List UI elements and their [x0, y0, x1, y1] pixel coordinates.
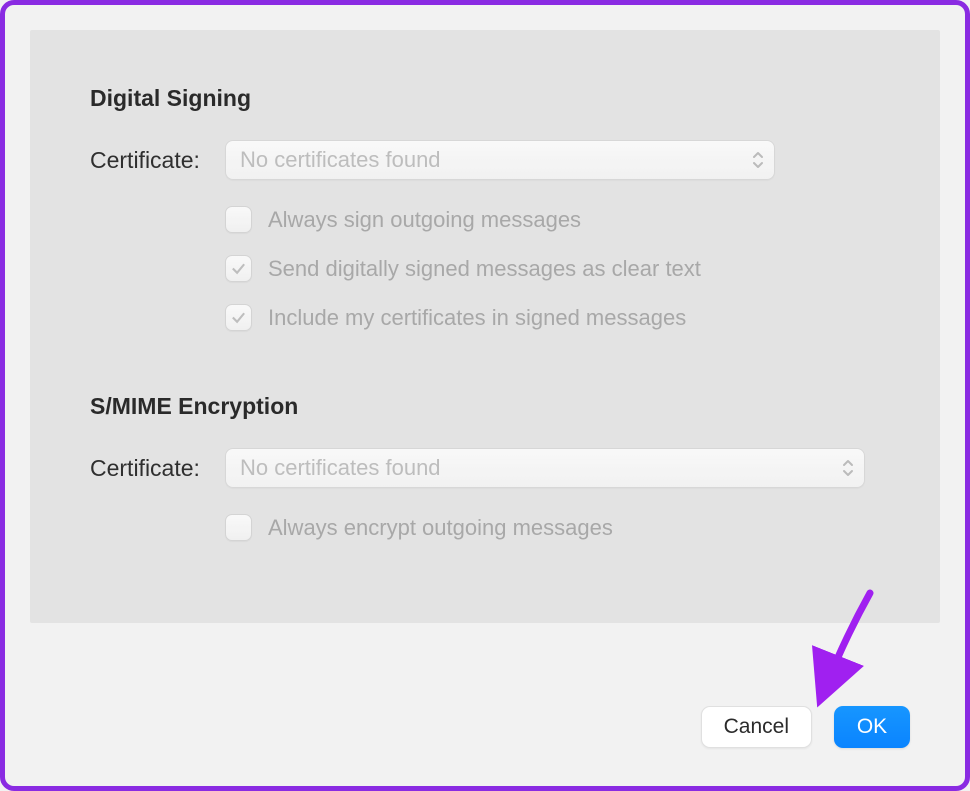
- encryption-certificate-row: Certificate: No certificates found: [90, 448, 900, 488]
- signing-certificate-label: Certificate:: [90, 147, 225, 174]
- encryption-certificate-label: Certificate:: [90, 455, 225, 482]
- include-certs-label: Include my certificates in signed messag…: [268, 305, 686, 331]
- clear-text-label: Send digitally signed messages as clear …: [268, 256, 701, 282]
- checkbox-row: Always encrypt outgoing messages: [90, 514, 900, 541]
- cancel-button[interactable]: Cancel: [701, 706, 812, 748]
- signing-certificate-dropdown[interactable]: No certificates found: [225, 140, 775, 180]
- encryption-certificate-dropdown[interactable]: No certificates found: [225, 448, 865, 488]
- always-encrypt-checkbox[interactable]: [225, 514, 252, 541]
- always-sign-checkbox[interactable]: [225, 206, 252, 233]
- checkmark-icon: [230, 309, 247, 326]
- updown-icon: [752, 151, 764, 169]
- smime-encryption-heading: S/MIME Encryption: [90, 393, 900, 420]
- checkbox-row: Include my certificates in signed messag…: [90, 304, 900, 331]
- include-certs-checkbox[interactable]: [225, 304, 252, 331]
- checkmark-icon: [230, 260, 247, 277]
- clear-text-checkbox[interactable]: [225, 255, 252, 282]
- signing-certificate-row: Certificate: No certificates found: [90, 140, 900, 180]
- signing-certificate-value: No certificates found: [240, 147, 760, 173]
- checkbox-row: Always sign outgoing messages: [90, 206, 900, 233]
- window-frame: Digital Signing Certificate: No certific…: [0, 0, 970, 791]
- encryption-certificate-value: No certificates found: [240, 455, 850, 481]
- settings-panel: Digital Signing Certificate: No certific…: [30, 30, 940, 623]
- digital-signing-heading: Digital Signing: [90, 85, 900, 112]
- always-sign-label: Always sign outgoing messages: [268, 207, 581, 233]
- checkbox-row: Send digitally signed messages as clear …: [90, 255, 900, 282]
- updown-icon: [842, 459, 854, 477]
- button-bar: Cancel OK: [701, 706, 910, 748]
- ok-button[interactable]: OK: [834, 706, 910, 748]
- always-encrypt-label: Always encrypt outgoing messages: [268, 515, 613, 541]
